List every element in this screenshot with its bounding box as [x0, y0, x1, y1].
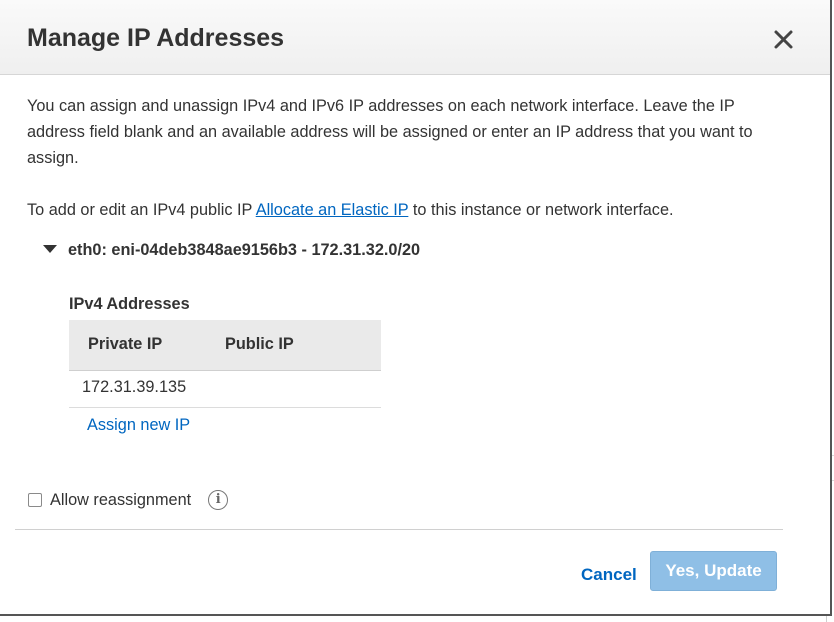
- manage-ip-dialog: Manage IP Addresses You can assign and u…: [0, 0, 832, 616]
- close-icon[interactable]: [770, 25, 798, 53]
- allow-reassignment-option: Allow reassignment i: [28, 490, 229, 510]
- ipv4-section-label: IPv4 Addresses: [69, 295, 190, 313]
- dialog-title: Manage IP Addresses: [27, 24, 285, 52]
- yes-update-button[interactable]: Yes, Update: [650, 551, 777, 591]
- dialog-header: Manage IP Addresses: [0, 0, 830, 75]
- network-interface-label: eth0: eni-04deb3848ae9156b3 - 172.31.32.…: [68, 241, 421, 259]
- intro-text: You can assign and unassign IPv4 and IPv…: [27, 97, 753, 167]
- elastic-ip-text: To add or edit an IPv4 public IP Allocat…: [27, 198, 674, 222]
- network-interface-header[interactable]: eth0: eni-04deb3848ae9156b3 - 172.31.32.…: [43, 241, 420, 260]
- allow-reassignment-checkbox[interactable]: [28, 493, 42, 507]
- column-public-ip: Public IP: [225, 335, 294, 353]
- elastic-ip-prefix: To add or edit an IPv4 public IP: [27, 201, 253, 219]
- private-ip-value: 172.31.39.135: [82, 378, 187, 396]
- info-icon[interactable]: i: [208, 490, 229, 510]
- column-private-ip: Private IP: [88, 335, 163, 353]
- caret-down-icon[interactable]: [43, 245, 57, 253]
- allow-reassignment-label[interactable]: Allow reassignment: [50, 491, 191, 510]
- cancel-button[interactable]: Cancel: [581, 565, 637, 585]
- footer-divider: [15, 529, 783, 530]
- table-row: 172.31.39.135: [69, 371, 381, 408]
- allocate-elastic-ip-link[interactable]: Allocate an Elastic IP: [256, 201, 409, 219]
- assign-new-ip-link[interactable]: Assign new IP: [87, 416, 190, 435]
- elastic-ip-suffix: to this instance or network interface.: [412, 201, 674, 219]
- ipv4-table-header: Private IP Public IP: [69, 320, 381, 371]
